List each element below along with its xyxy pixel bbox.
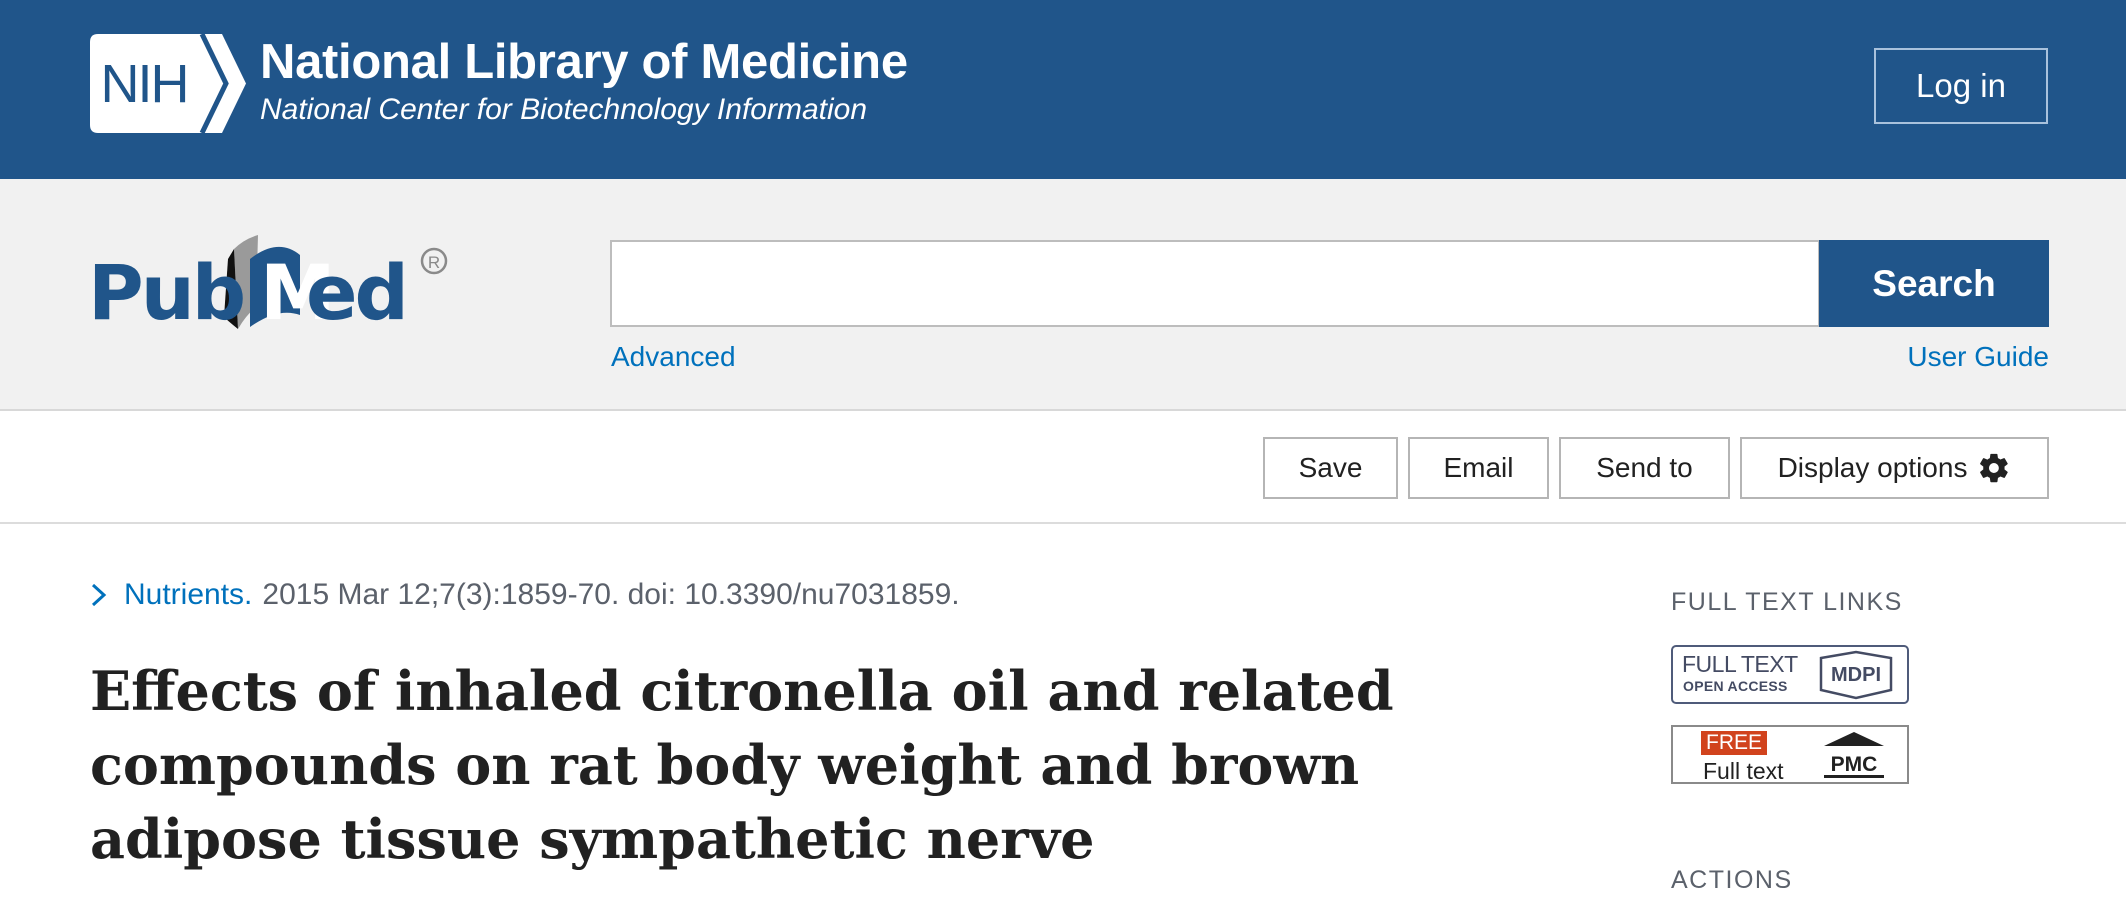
nih-header: NIH National Library of Medicine Nationa…	[0, 0, 2126, 179]
email-button[interactable]: Email	[1408, 437, 1549, 499]
advanced-search-link[interactable]: Advanced	[611, 341, 736, 373]
nih-title[interactable]: National Library of Medicine	[260, 34, 908, 90]
pubmed-logo-pub: Pub	[88, 248, 243, 337]
nih-logo-text: NIH	[101, 54, 188, 114]
nih-subtitle: National Center for Biotechnology Inform…	[260, 93, 868, 126]
article-title: Effects of inhaled citronella oil and re…	[90, 659, 1394, 871]
save-label: Save	[1298, 452, 1363, 483]
pmc-brand: PMC	[1830, 753, 1878, 776]
pmc-full-text-link[interactable]: FREE Full text PMC	[1671, 725, 1909, 784]
pubmed-logo-ed: ed	[306, 248, 406, 337]
display-options-label: Display options	[1777, 452, 1968, 483]
mdpi-full-text-link[interactable]: FULL TEXT OPEN ACCESS MDPI	[1671, 645, 1909, 704]
chevron-right-icon[interactable]	[90, 582, 108, 608]
search-section: Pub M ed R Search Advanced User Guide	[0, 179, 2126, 411]
mdpi-open-access-label: OPEN ACCESS	[1683, 678, 1788, 694]
pubmed-logo[interactable]: Pub M ed R	[88, 229, 458, 359]
display-options-button[interactable]: Display options	[1740, 437, 2049, 499]
search-button[interactable]: Search	[1819, 240, 2049, 327]
user-guide-link[interactable]: User Guide	[1907, 341, 2049, 373]
mdpi-brand: MDPI	[1831, 664, 1881, 686]
save-button[interactable]: Save	[1263, 437, 1398, 499]
nih-logo[interactable]: NIH	[90, 34, 246, 133]
gear-icon	[1980, 453, 2009, 483]
mdpi-logo: MDPI	[1819, 650, 1893, 700]
mdpi-full-text-label: FULL TEXT	[1682, 651, 1798, 677]
actions-heading: ACTIONS	[1671, 866, 1793, 894]
article-toolbar: Save Email Send to Display options	[0, 411, 2126, 524]
email-label: Email	[1443, 452, 1514, 483]
search-input[interactable]	[610, 240, 1820, 327]
send-to-button[interactable]: Send to	[1559, 437, 1730, 499]
citation-line: Nutrients. 2015 Mar 12;7(3):1859-70. doi…	[90, 578, 960, 612]
pmc-full-text-label: Full text	[1703, 758, 1784, 784]
registered-mark: R	[428, 253, 440, 272]
send-to-label: Send to	[1596, 452, 1693, 483]
free-badge: FREE	[1701, 731, 1768, 755]
journal-link[interactable]: Nutrients.	[124, 578, 252, 612]
full-text-links-heading: FULL TEXT LINKS	[1671, 588, 1903, 616]
login-button[interactable]: Log in	[1874, 48, 2048, 124]
citation-details: 2015 Mar 12;7(3):1859-70. doi: 10.3390/n…	[262, 578, 960, 611]
